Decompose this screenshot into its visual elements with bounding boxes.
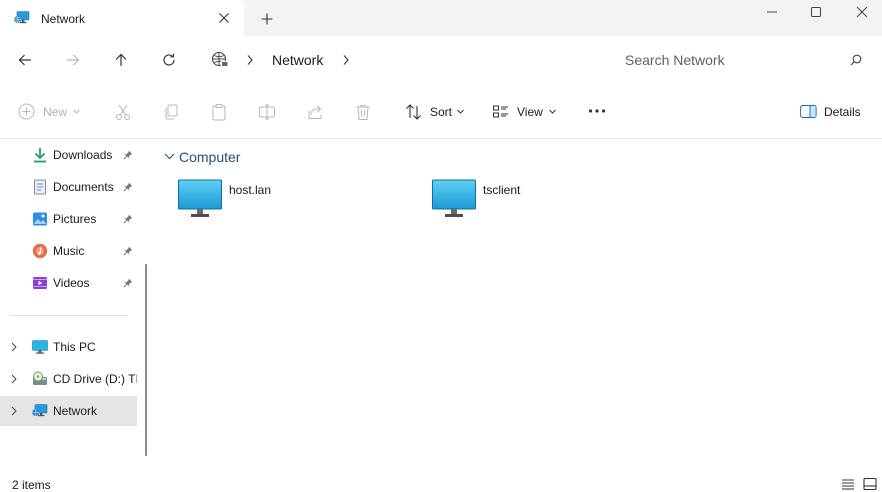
videos-icon (32, 275, 48, 291)
group-title: Computer (179, 149, 241, 165)
new-label: New (43, 105, 68, 119)
tile-label: host.lan (229, 183, 272, 197)
expand-chevron-icon[interactable] (10, 342, 18, 352)
navigation-pane: Downloads Documents Pictures Music Video… (0, 139, 147, 461)
details-button[interactable]: Details (800, 103, 862, 121)
network-item-tsclient[interactable]: tsclient (432, 179, 612, 219)
details-pane-icon (800, 104, 817, 119)
refresh-icon[interactable] (161, 52, 177, 68)
network-icon (14, 11, 30, 25)
tiles-view-icon[interactable] (863, 477, 877, 491)
file-list: Computer host.lan tsclient (150, 139, 882, 461)
new-button[interactable]: New (18, 103, 82, 121)
new-tab-button[interactable] (259, 11, 275, 27)
more-options-icon[interactable] (588, 108, 606, 126)
sidebar-item-pictures[interactable]: Pictures (0, 204, 137, 234)
pin-icon[interactable] (123, 150, 133, 160)
forward-arrow-icon[interactable] (65, 52, 81, 68)
pin-icon[interactable] (123, 182, 133, 192)
delete-icon[interactable] (354, 103, 372, 121)
expand-chevron-icon[interactable] (10, 374, 18, 384)
tile-label: tsclient (483, 183, 521, 197)
sidebar-item-downloads[interactable]: Downloads (0, 140, 137, 170)
chevron-down-icon (457, 109, 464, 114)
up-arrow-icon[interactable] (113, 52, 129, 68)
sidebar-item-label: Network (53, 404, 98, 418)
search-icon[interactable] (850, 54, 862, 66)
pin-icon[interactable] (123, 246, 133, 256)
plus-circle-icon (18, 103, 35, 120)
back-arrow-icon[interactable] (17, 52, 33, 68)
this-pc-icon (32, 339, 48, 355)
search-input[interactable]: Search Network (610, 46, 872, 74)
maximize-icon[interactable] (808, 4, 824, 20)
chevron-down-icon (549, 109, 556, 114)
music-icon (32, 243, 48, 259)
pin-icon[interactable] (123, 278, 133, 288)
sidebar-item-music[interactable]: Music (0, 236, 137, 266)
tab-title: Network (41, 12, 86, 26)
sort-button[interactable]: Sort (405, 103, 467, 121)
view-button[interactable]: View (492, 103, 558, 121)
breadcrumb-chevron-icon[interactable] (341, 54, 351, 66)
rename-icon[interactable] (258, 103, 276, 121)
breadcrumb-network[interactable]: Network (272, 52, 323, 68)
sidebar-item-this-pc[interactable]: This PC (0, 332, 137, 362)
sidebar-item-documents[interactable]: Documents (0, 172, 137, 202)
sidebar-item-label: CD Drive (D:) TIN (53, 372, 137, 386)
details-view-icon[interactable] (841, 477, 855, 491)
tab-network[interactable]: Network (0, 0, 244, 36)
item-count: 2 items (12, 478, 51, 492)
minimize-icon[interactable] (764, 4, 780, 20)
copy-icon[interactable] (162, 103, 180, 121)
sidebar-item-label: This PC (53, 340, 96, 354)
close-window-icon[interactable] (854, 4, 870, 20)
details-label: Details (824, 105, 861, 119)
command-bar: New Sort View Details (0, 84, 882, 139)
title-bar: Network (0, 0, 882, 36)
view-label: View (517, 105, 543, 119)
sidebar-item-network[interactable]: Network (0, 396, 137, 426)
downloads-icon (32, 147, 48, 163)
computer-icon (178, 179, 222, 219)
cut-icon[interactable] (114, 103, 132, 121)
cd-drive-icon (32, 371, 48, 387)
network-icon (32, 403, 48, 419)
sidebar-item-cd-drive[interactable]: CD Drive (D:) TIN (0, 364, 137, 394)
pictures-icon (32, 211, 48, 227)
network-location-icon[interactable] (211, 51, 229, 69)
expand-chevron-icon[interactable] (10, 406, 18, 416)
chevron-down-icon (164, 153, 175, 160)
status-bar: 2 items (0, 470, 882, 492)
network-item-host-lan[interactable]: host.lan (178, 179, 358, 219)
breadcrumb-chevron-icon[interactable] (245, 54, 255, 66)
search-placeholder: Search Network (625, 52, 725, 68)
chevron-down-icon (73, 109, 80, 114)
sidebar-scrollbar[interactable] (145, 264, 147, 456)
sidebar-item-videos[interactable]: Videos (0, 268, 137, 298)
address-bar-row: Network Search Network (0, 36, 882, 84)
documents-icon (32, 179, 48, 195)
view-icon (492, 103, 510, 121)
paste-icon[interactable] (210, 103, 228, 121)
share-icon[interactable] (306, 103, 324, 121)
sort-label: Sort (430, 105, 453, 119)
computer-icon (432, 179, 476, 219)
sort-icon (405, 103, 423, 121)
sidebar-divider (10, 315, 128, 316)
pin-icon[interactable] (123, 214, 133, 224)
close-tab-icon[interactable] (216, 10, 232, 26)
